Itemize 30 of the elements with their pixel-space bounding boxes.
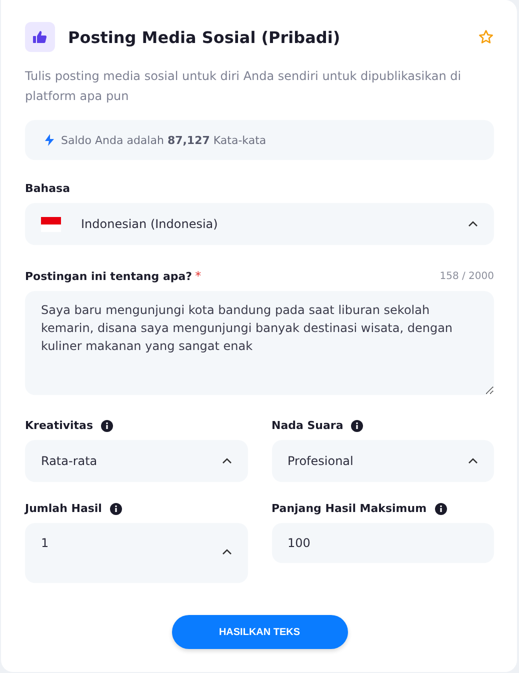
thumbs-up-icon bbox=[25, 22, 55, 52]
field-label: Nada Suara bbox=[272, 419, 344, 432]
info-icon[interactable] bbox=[101, 420, 114, 432]
description-text: Tulis posting media sosial untuk diri Anda sendiri untuk dipublikasikan di platform apa pun bbox=[25, 68, 462, 105]
input-field[interactable]: 100 bbox=[272, 523, 494, 563]
option-select[interactable]: 1 bbox=[25, 523, 248, 583]
star-icon[interactable] bbox=[478, 29, 494, 45]
field-label: Panjang Hasil Maksimum bbox=[272, 502, 427, 515]
language-select[interactable]: Indonesian (Indonesia) bbox=[25, 203, 494, 245]
field-label: Jumlah Hasil bbox=[25, 502, 102, 515]
generate-button[interactable]: HASILKAN TEKS bbox=[172, 615, 348, 649]
topic-textarea[interactable]: Saya baru mengunjungi kota bandung pada saat liburan sekolah kemarin, disana saya mengunjungi banyak destinasi wisata, dengan kuliner makanan yang sangat enak bbox=[25, 291, 494, 395]
chevron-up-icon bbox=[222, 458, 232, 464]
required-mark: * bbox=[195, 269, 202, 283]
chevron-up-icon bbox=[468, 458, 478, 464]
lightning-icon bbox=[45, 134, 54, 146]
chevron-up-icon bbox=[222, 549, 232, 555]
option-select[interactable]: Rata-rata bbox=[25, 440, 248, 482]
field-label: Kreativitas bbox=[25, 419, 94, 432]
option-select[interactable]: Profesional bbox=[272, 440, 494, 482]
page-title: Posting Media Sosial (Pribadi) bbox=[68, 28, 342, 46]
info-icon[interactable] bbox=[110, 502, 122, 514]
info-icon[interactable] bbox=[434, 502, 447, 514]
field-label: Postingan ini tentang apa? bbox=[25, 270, 192, 282]
character-counter: 158 / 2000 bbox=[440, 270, 494, 282]
info-icon[interactable] bbox=[351, 420, 364, 432]
field-label: Bahasa bbox=[25, 182, 70, 195]
balance-text: Saldo Anda adalah 87,127 Kata-kata bbox=[61, 134, 266, 146]
flag-icon bbox=[41, 216, 61, 232]
chevron-up-icon bbox=[468, 221, 478, 227]
